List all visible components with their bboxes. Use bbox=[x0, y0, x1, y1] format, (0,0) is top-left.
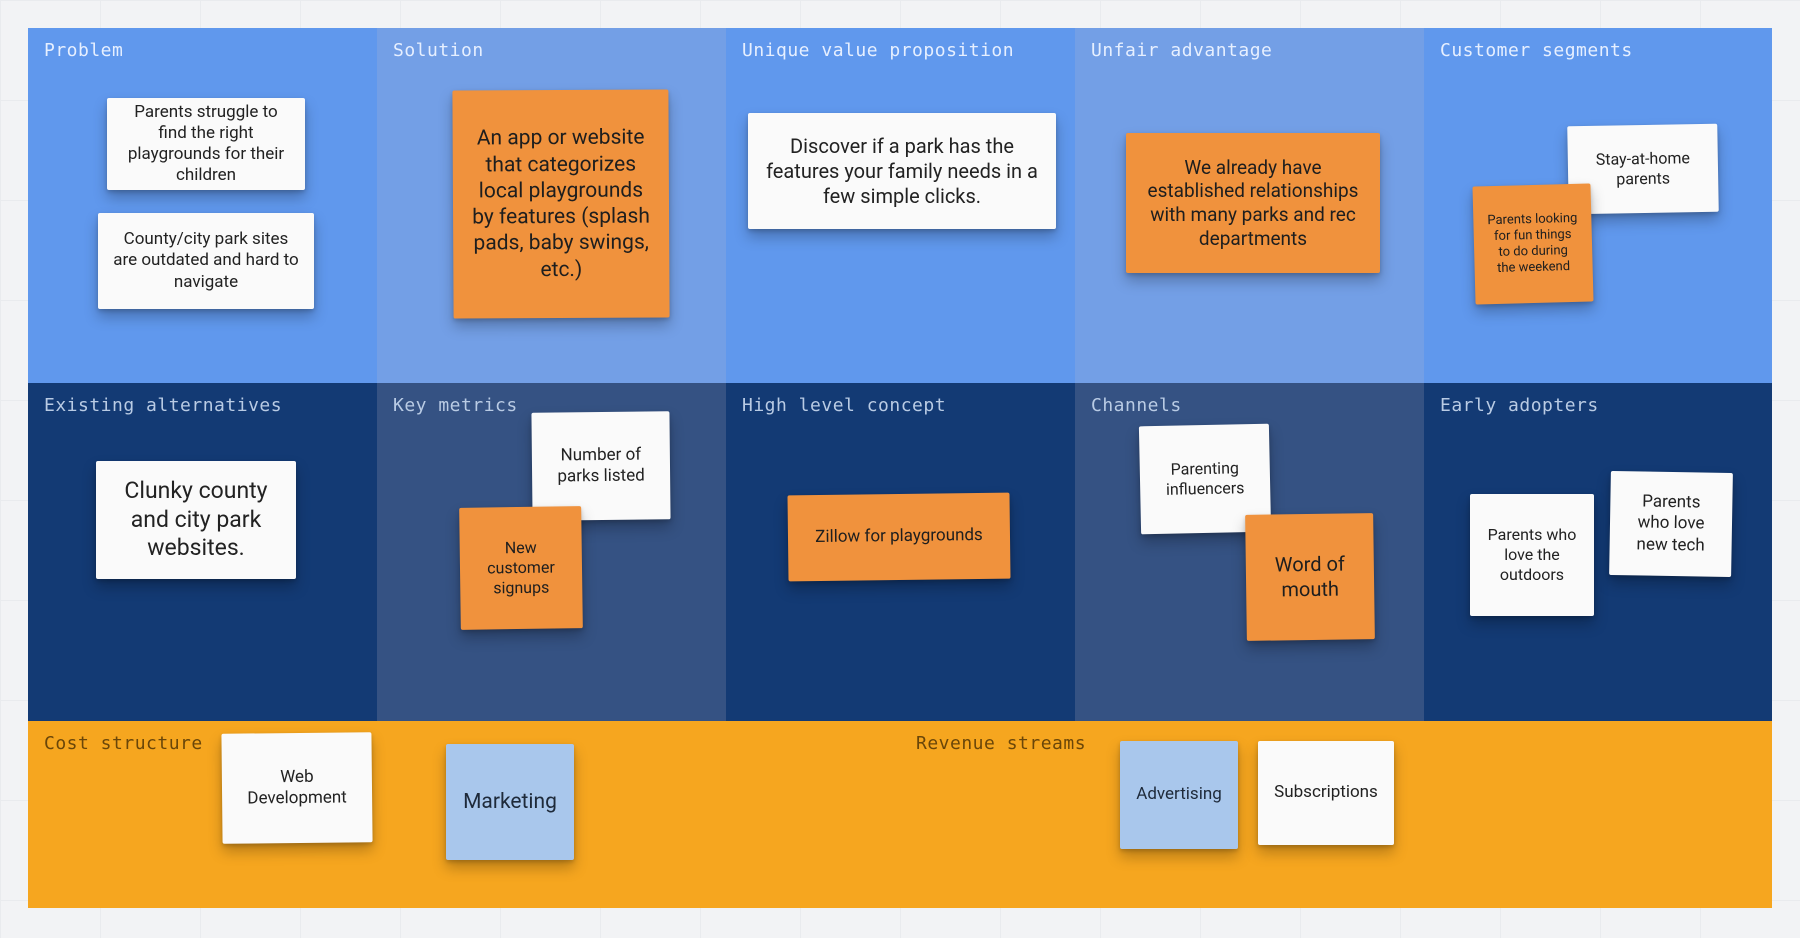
sticky-cost-1[interactable]: Web Development bbox=[221, 732, 372, 844]
sticky-problem-1[interactable]: Parents struggle to find the right playg… bbox=[107, 98, 305, 190]
cell-title-channels: Channels bbox=[1091, 395, 1408, 416]
sticky-solution-1[interactable]: An app or website that categorizes local… bbox=[452, 89, 669, 318]
sticky-alternatives-1[interactable]: Clunky county and city park websites. bbox=[96, 461, 296, 579]
sticky-revenue-1[interactable]: Advertising bbox=[1120, 741, 1238, 849]
cell-title-adopters: Early adopters bbox=[1440, 395, 1756, 416]
cell-title-problem: Problem bbox=[44, 40, 361, 61]
cell-title-uvp: Unique value proposition bbox=[742, 40, 1059, 61]
sticky-segments-2[interactable]: Parents looking for fun things to do dur… bbox=[1472, 183, 1593, 304]
sticky-metrics-1[interactable]: Number of parks listed bbox=[531, 411, 670, 520]
lean-canvas-board[interactable]: Problem Solution Unique value propositio… bbox=[28, 28, 1772, 908]
sticky-advantage-1[interactable]: We already have established relationship… bbox=[1126, 133, 1380, 273]
sticky-channels-2[interactable]: Word of mouth bbox=[1245, 513, 1375, 641]
sticky-problem-2[interactable]: County/city park sites are outdated and … bbox=[98, 213, 314, 309]
sticky-revenue-2[interactable]: Subscriptions bbox=[1258, 741, 1394, 845]
cell-title-advantage: Unfair advantage bbox=[1091, 40, 1408, 61]
cell-title-concept: High level concept bbox=[742, 395, 1059, 416]
sticky-metrics-2[interactable]: New customer signups bbox=[459, 506, 583, 630]
sticky-adopters-2[interactable]: Parents who love new tech bbox=[1609, 471, 1733, 577]
sticky-uvp-1[interactable]: Discover if a park has the features your… bbox=[748, 113, 1056, 229]
cell-title-solution: Solution bbox=[393, 40, 710, 61]
sticky-concept-1[interactable]: Zillow for playgrounds bbox=[787, 493, 1010, 582]
cell-title-alternatives: Existing alternatives bbox=[44, 395, 361, 416]
sticky-adopters-1[interactable]: Parents who love the outdoors bbox=[1470, 494, 1594, 616]
cell-title-segments: Customer segments bbox=[1440, 40, 1756, 61]
sticky-cost-2[interactable]: Marketing bbox=[446, 744, 574, 860]
cell-problem[interactable]: Problem bbox=[28, 28, 377, 383]
